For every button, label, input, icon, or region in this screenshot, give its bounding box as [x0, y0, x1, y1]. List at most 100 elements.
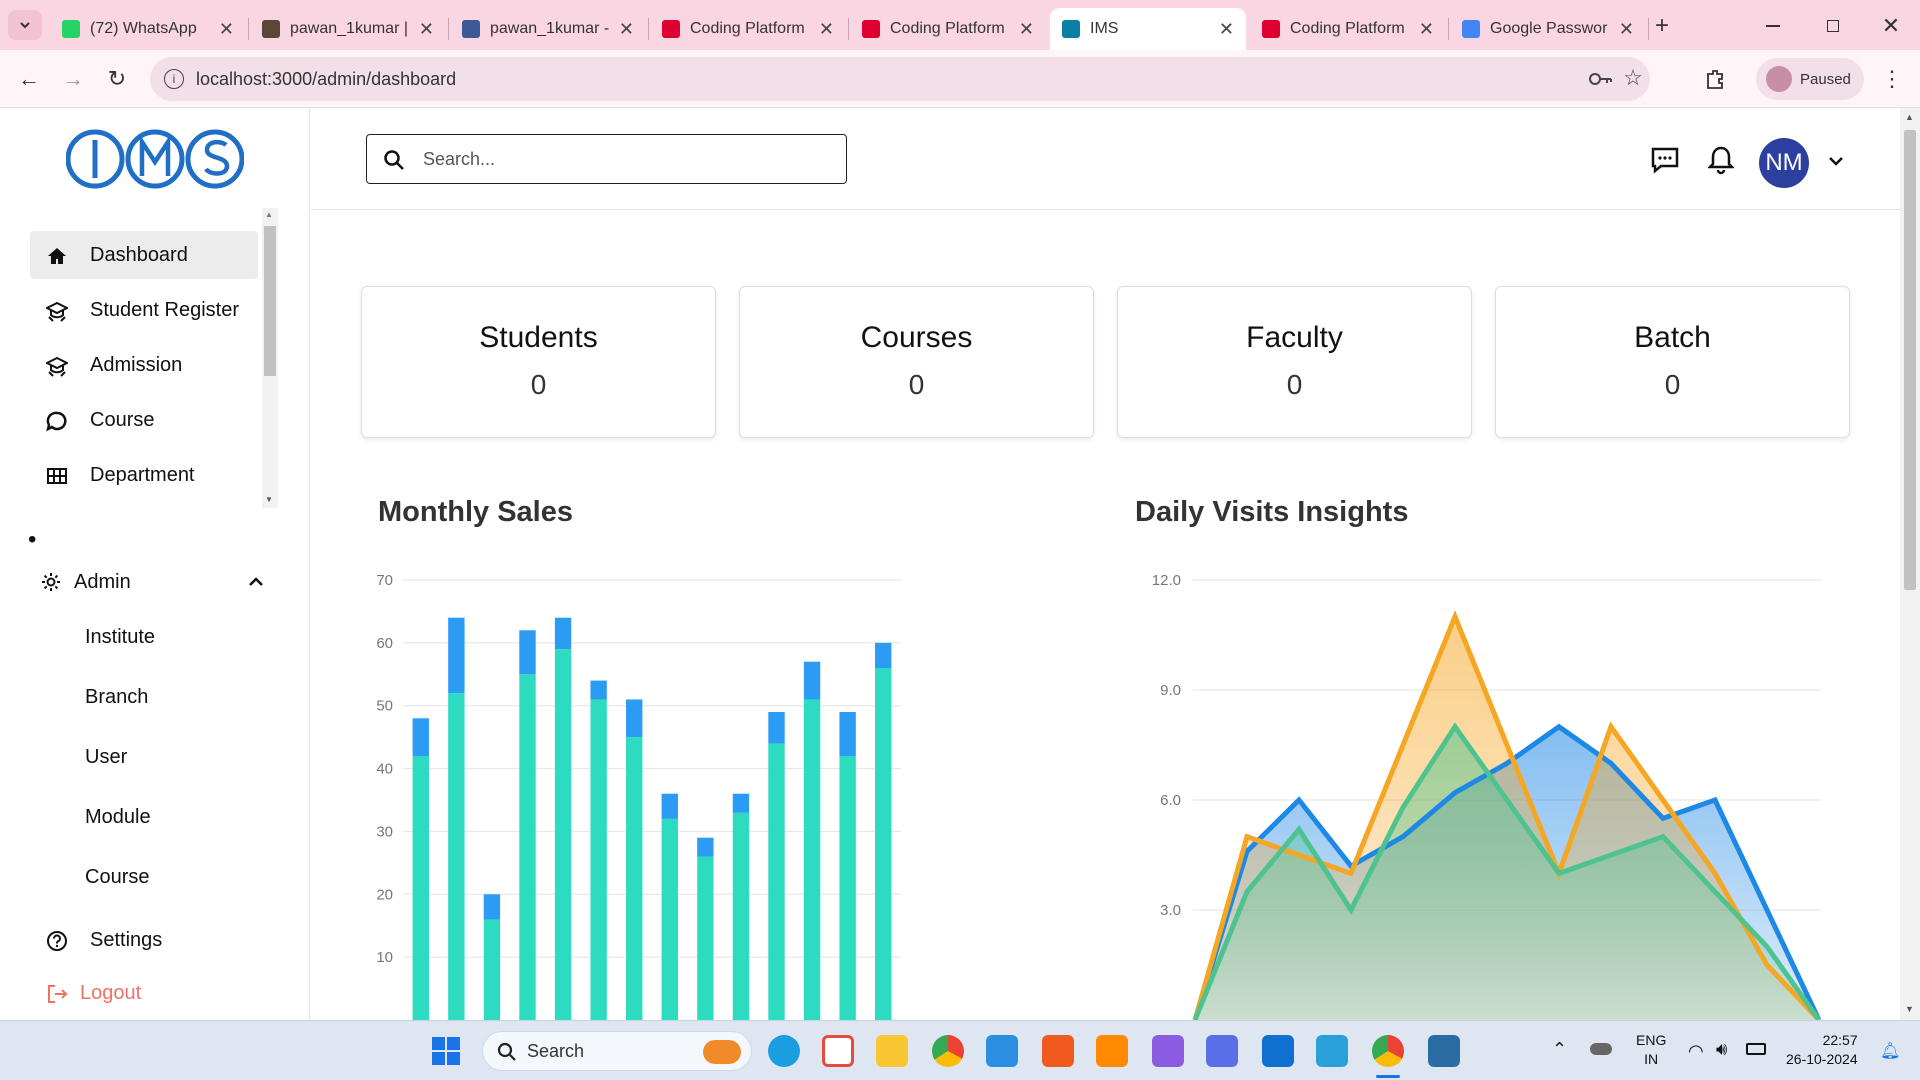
- volume-icon[interactable]: 🔊︎: [1716, 1039, 1727, 1060]
- scrollbar-thumb[interactable]: [1904, 130, 1916, 590]
- browser-menu-icon[interactable]: ⋮: [1880, 64, 1904, 94]
- sidebar-item-settings[interactable]: Settings: [30, 916, 258, 964]
- close-tab-icon[interactable]: ✕: [1419, 19, 1434, 40]
- sidebar: ▲ ▼ Dashboard Student Register Admission…: [0, 108, 310, 1020]
- bar-segment: [483, 919, 501, 1020]
- chrome-profile-icon[interactable]: [1372, 1035, 1404, 1067]
- sidebar-item-course[interactable]: Course: [30, 396, 258, 444]
- address-bar[interactable]: i localhost:3000/admin/dashboard ☆: [150, 57, 1650, 101]
- bar-segment: [732, 812, 750, 1020]
- admin-subitem-user[interactable]: User: [85, 746, 127, 769]
- bar-segment: [626, 699, 643, 738]
- taskbar-search[interactable]: Search: [482, 1031, 752, 1071]
- messages-button[interactable]: [1649, 144, 1681, 176]
- sidebar-item-department[interactable]: Department: [30, 451, 258, 499]
- show-hidden-icons-button[interactable]: ⌃: [1552, 1039, 1567, 1060]
- url-text: localhost:3000/admin/dashboard: [196, 68, 457, 89]
- admin-section-toggle[interactable]: Admin: [40, 562, 275, 602]
- file-explorer-icon[interactable]: [876, 1035, 908, 1067]
- notifications-button[interactable]: [1705, 144, 1737, 176]
- bar-segment: [661, 818, 678, 1020]
- page-scrollbar[interactable]: ▲ ▼: [1900, 108, 1920, 1020]
- clock[interactable]: 22:57 26-10-2024: [1786, 1031, 1858, 1069]
- chevron-down-icon: [1829, 157, 1843, 166]
- search-input[interactable]: Search...: [366, 134, 847, 184]
- extensions-icon[interactable]: [1700, 64, 1730, 94]
- bar-segment: [590, 680, 607, 700]
- start-button[interactable]: [432, 1037, 460, 1065]
- back-button[interactable]: ←: [14, 64, 44, 94]
- brave-icon[interactable]: [1042, 1035, 1074, 1067]
- notification-bell-icon[interactable]: 🔔︎: [1880, 1041, 1900, 1061]
- browser-tab[interactable]: Coding Platform ✕: [1250, 8, 1446, 50]
- power-automate-icon[interactable]: [1206, 1035, 1238, 1067]
- onedrive-icon[interactable]: [1590, 1043, 1612, 1055]
- bar-segment: [590, 699, 607, 1020]
- visual-studio-icon[interactable]: [1152, 1035, 1184, 1067]
- browser-tab[interactable]: Coding Platform ✕: [850, 8, 1046, 50]
- close-tab-icon[interactable]: ✕: [219, 19, 234, 40]
- wifi-icon[interactable]: ◠: [1688, 1041, 1704, 1062]
- reload-button[interactable]: ↻: [102, 64, 132, 94]
- sidebar-item-admission[interactable]: Admission: [30, 341, 258, 389]
- sublime-text-icon[interactable]: [1096, 1035, 1128, 1067]
- logout-icon: [48, 984, 68, 1003]
- bookmark-star-icon[interactable]: ☆: [1620, 65, 1646, 91]
- angular-icon: [662, 20, 680, 38]
- sidebar-item-label: Course: [90, 408, 155, 431]
- store-icon[interactable]: [822, 1035, 854, 1067]
- close-window-button[interactable]: ✕: [1876, 12, 1906, 40]
- site-info-icon[interactable]: i: [164, 69, 184, 89]
- stat-card-faculty: Faculty 0: [1117, 286, 1472, 438]
- close-tab-icon[interactable]: ✕: [619, 19, 634, 40]
- avatar[interactable]: NM: [1759, 138, 1809, 188]
- tab-separator: [248, 18, 249, 40]
- close-tab-icon[interactable]: ✕: [819, 19, 834, 40]
- list-bullet: •: [28, 526, 37, 553]
- close-tab-icon[interactable]: ✕: [419, 19, 434, 40]
- browser-tab[interactable]: Coding Platform ✕: [650, 8, 846, 50]
- tab-title: (72) WhatsApp: [90, 20, 197, 37]
- search-highlight-icon: [703, 1040, 741, 1064]
- restore-button[interactable]: [1818, 12, 1848, 40]
- vscode-icon[interactable]: [986, 1035, 1018, 1067]
- clock-time: 22:57: [1822, 1032, 1858, 1048]
- browser-tab[interactable]: Google Passwor ✕: [1450, 8, 1646, 50]
- close-tab-icon[interactable]: ✕: [1019, 19, 1034, 40]
- logout-button[interactable]: Logout: [46, 982, 141, 1005]
- admin-subitem-institute[interactable]: Institute: [85, 626, 155, 649]
- forward-button[interactable]: →: [58, 64, 88, 94]
- outlook-icon[interactable]: [1262, 1035, 1294, 1067]
- browser-tab[interactable]: pawan_1kumar | ✕: [250, 8, 446, 50]
- password-key-icon[interactable]: [1588, 67, 1614, 91]
- sidebar-item-dashboard[interactable]: Dashboard: [30, 231, 258, 279]
- admin-subitem-branch[interactable]: Branch: [85, 686, 148, 709]
- new-tab-button[interactable]: +: [1648, 12, 1676, 40]
- browser-tab[interactable]: pawan_1kumar - ✕: [450, 8, 646, 50]
- profile-button[interactable]: Paused: [1756, 58, 1864, 100]
- region-code: IN: [1644, 1051, 1659, 1067]
- notepad-icon[interactable]: [1316, 1035, 1348, 1067]
- chrome-icon[interactable]: [932, 1035, 964, 1067]
- close-tab-icon[interactable]: ✕: [1219, 19, 1234, 40]
- account-menu-button[interactable]: [1825, 150, 1847, 172]
- stat-value: 0: [530, 369, 547, 400]
- browser-tab[interactable]: (72) WhatsApp ✕: [50, 8, 246, 50]
- admin-subitem-module[interactable]: Module: [85, 806, 151, 829]
- mysql-workbench-icon[interactable]: [1428, 1035, 1460, 1067]
- admin-subitem-course[interactable]: Course: [85, 866, 149, 889]
- sidebar-item-student-register[interactable]: Student Register: [30, 286, 258, 334]
- stat-card-courses: Courses 0: [739, 286, 1094, 438]
- edge-icon[interactable]: [768, 1035, 800, 1067]
- language-indicator[interactable]: ENG IN: [1636, 1031, 1666, 1069]
- bar-segment: [519, 674, 536, 1020]
- sidebar-scrollbar[interactable]: ▲ ▼: [262, 208, 278, 508]
- minimize-button[interactable]: [1758, 12, 1788, 40]
- browser-tab[interactable]: IMS ✕: [1050, 8, 1246, 50]
- top-header: Search... NM: [311, 108, 1900, 210]
- clock-date: 26-10-2024: [1786, 1051, 1858, 1067]
- close-tab-icon[interactable]: ✕: [1619, 19, 1634, 40]
- tab-search-button[interactable]: [8, 10, 42, 40]
- battery-icon[interactable]: [1746, 1043, 1766, 1055]
- bar-segment: [483, 894, 501, 920]
